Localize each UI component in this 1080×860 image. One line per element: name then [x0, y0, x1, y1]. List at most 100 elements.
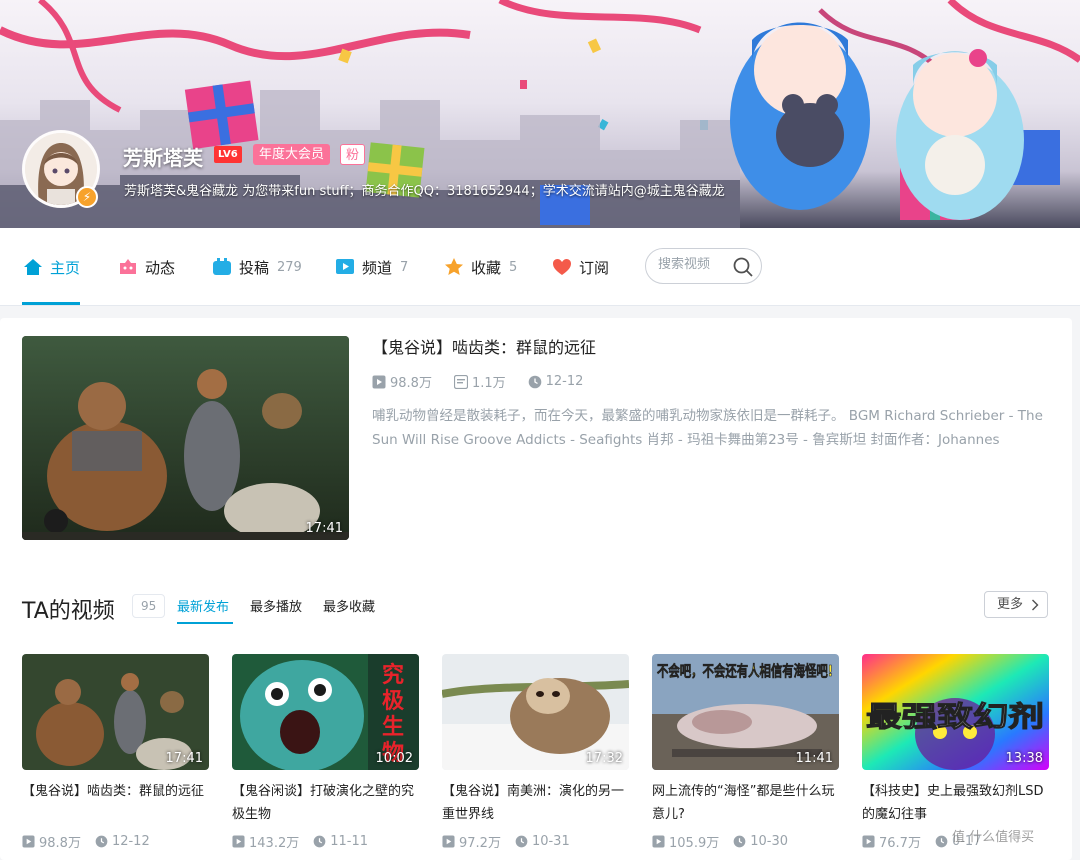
video-card[interactable]: 最强致幻剂 13:38 【科技史】史上最强致幻剂LSD的魔幻往事 76.7万 0… — [862, 654, 1049, 851]
play-count: 97.2万 — [442, 832, 501, 851]
official-verify-icon: ⚡ — [76, 186, 98, 208]
tab-label: 订阅 — [579, 258, 610, 277]
video-thumbnail[interactable]: 不会吧，不会还有人相信有海怪吧! 11:41 — [652, 654, 839, 770]
video-duration: 17:32 — [585, 751, 623, 766]
video-card[interactable]: 17:41 【鬼谷说】啮齿类：群鼠的远征 98.8万 12-12 — [22, 654, 209, 851]
publish-date-value: 10-31 — [531, 834, 570, 849]
clock-icon — [313, 835, 326, 848]
sort-most-favorited[interactable]: 最多收藏 — [323, 596, 375, 615]
video-thumbnail[interactable]: 最强致幻剂 13:38 — [862, 654, 1049, 770]
vip-badge[interactable]: 年度大会员 — [253, 144, 331, 165]
tab-label: 投稿 — [239, 258, 270, 277]
clock-icon — [515, 835, 528, 848]
tab-label: 动态 — [145, 258, 176, 277]
video-card[interactable]: 究极生物 10:02 【鬼谷闲谈】打破演化之壁的究极生物 143.2万 11-1… — [232, 654, 419, 851]
tab-label: 频道 — [362, 258, 393, 277]
user-name: 芳斯塔芙 — [123, 146, 203, 170]
play-count-value: 105.9万 — [669, 836, 720, 851]
video-title[interactable]: 【鬼谷说】南美洲：演化的另一重世界线 — [442, 780, 629, 826]
channel-count: 7 — [400, 259, 409, 275]
video-title[interactable]: 【科技史】史上最强致幻剂LSD的魔幻往事 — [862, 780, 1049, 826]
publish-date-value: 10-30 — [750, 834, 788, 849]
featured-video-thumbnail[interactable]: 17:41 — [22, 336, 349, 540]
featured-description: 哺乳动物曾经是散装耗子，而在今天，最繁盛的哺乳动物家族依旧是一群耗子。 BGM … — [372, 408, 1043, 448]
publish-date-value: 11-11 — [330, 834, 368, 849]
user-sign: 芳斯塔芙&鬼谷藏龙 为您带来fun stuff；商务合作QQ：318165294… — [124, 184, 725, 199]
tab-favorites[interactable]: 收藏 5 — [443, 228, 517, 306]
play-count: 98.8万 — [372, 372, 432, 391]
main-content: 17:41 【鬼谷说】啮齿类：群鼠的远征 98.8万 1.1万 12-12 哺乳… — [0, 318, 1072, 860]
publish-date: 12-12 — [95, 832, 150, 851]
featured-cover-art — [22, 336, 349, 540]
play-count: 143.2万 — [232, 832, 299, 851]
video-duration: 17:41 — [165, 751, 203, 766]
search-icon[interactable] — [732, 256, 754, 278]
channel-icon — [336, 259, 354, 274]
clock-icon — [935, 835, 948, 848]
videos-count-badge: 95 — [132, 594, 166, 618]
play-count-value: 143.2万 — [249, 836, 300, 851]
favorites-count: 5 — [509, 259, 518, 275]
tab-dynamic[interactable]: 动态 — [117, 228, 175, 306]
featured-stats: 98.8万 1.1万 12-12 — [372, 372, 605, 391]
featured-video-title[interactable]: 【鬼谷说】啮齿类：群鼠的远征 — [372, 334, 596, 358]
level-badge: LV6 — [214, 146, 242, 163]
heart-icon — [553, 259, 571, 275]
video-thumbnail[interactable]: 17:41 — [22, 654, 209, 770]
video-duration: 13:38 — [1005, 751, 1043, 766]
play-count-value: 98.8万 — [39, 836, 81, 851]
video-stats: 97.2万 10-31 — [442, 832, 629, 851]
tab-subscriptions[interactable]: 订阅 — [551, 228, 609, 306]
videos-section-title: TA的视频 — [22, 599, 115, 624]
tab-channel[interactable]: 频道 7 — [334, 228, 408, 306]
more-label: 更多 — [997, 597, 1024, 612]
danmaku-count-value: 1.1万 — [471, 376, 506, 391]
featured-duration: 17:41 — [305, 521, 343, 536]
play-icon — [232, 835, 245, 848]
cover-text: 不会吧，不会还有人相信有海怪吧! — [657, 662, 833, 680]
video-card[interactable]: 17:32 【鬼谷说】南美洲：演化的另一重世界线 97.2万 10-31 — [442, 654, 629, 851]
video-title[interactable]: 【鬼谷说】啮齿类：群鼠的远征 — [22, 780, 209, 826]
publish-date: 10-30 — [733, 832, 788, 851]
tab-home[interactable]: 主页 — [22, 228, 80, 306]
publish-date: 12-12 — [528, 372, 583, 391]
video-thumbnail[interactable]: 17:32 — [442, 654, 629, 770]
play-icon — [862, 835, 875, 848]
upload-count: 279 — [277, 259, 302, 275]
play-count: 76.7万 — [862, 832, 921, 851]
video-duration: 11:41 — [795, 751, 833, 766]
fan-badge[interactable]: 粉 — [340, 144, 366, 165]
search-input[interactable] — [658, 257, 728, 272]
play-count-value: 97.2万 — [459, 836, 501, 851]
tab-label: 收藏 — [471, 258, 502, 277]
play-icon — [372, 375, 386, 388]
play-icon — [22, 835, 35, 848]
clock-icon — [95, 835, 108, 848]
play-count-value: 98.8万 — [390, 376, 432, 391]
tab-label: 主页 — [50, 258, 81, 277]
sort-latest[interactable]: 最新发布 — [177, 596, 229, 615]
clock-icon — [733, 835, 746, 848]
space-page: ⚡ 芳斯塔芙 LV6 年度大会员 粉 芳斯塔芙&鬼谷藏龙 为您带来fun stu… — [0, 0, 1080, 860]
more-button[interactable]: 更多 — [984, 591, 1048, 618]
video-title[interactable]: 网上流传的“海怪”都是些什么玩意儿? — [652, 780, 839, 826]
upload-icon — [213, 258, 231, 275]
video-thumbnail[interactable]: 究极生物 10:02 — [232, 654, 419, 770]
danmaku-count: 1.1万 — [453, 372, 506, 391]
site-watermark: 值 什么值得买 — [952, 830, 1035, 845]
video-title[interactable]: 【鬼谷闲谈】打破演化之壁的究极生物 — [232, 780, 419, 826]
tab-upload[interactable]: 投稿 279 — [211, 228, 302, 306]
star-icon — [445, 258, 463, 275]
play-icon — [652, 835, 665, 848]
video-stats: 105.9万 10-30 — [652, 832, 839, 851]
publish-date: 11-11 — [313, 832, 368, 851]
video-stats: 98.8万 12-12 — [22, 832, 209, 851]
play-count: 98.8万 — [22, 832, 81, 851]
video-search[interactable] — [645, 248, 762, 284]
video-card[interactable]: 不会吧，不会还有人相信有海怪吧! 11:41 网上流传的“海怪”都是些什么玩意儿… — [652, 654, 839, 851]
video-stats: 143.2万 11-11 — [232, 832, 419, 851]
publish-date-value: 12-12 — [111, 834, 150, 849]
profile-banner: ⚡ 芳斯塔芙 LV6 年度大会员 粉 芳斯塔芙&鬼谷藏龙 为您带来fun stu… — [0, 0, 1080, 228]
clock-icon — [528, 375, 541, 388]
sort-most-played[interactable]: 最多播放 — [250, 596, 302, 615]
